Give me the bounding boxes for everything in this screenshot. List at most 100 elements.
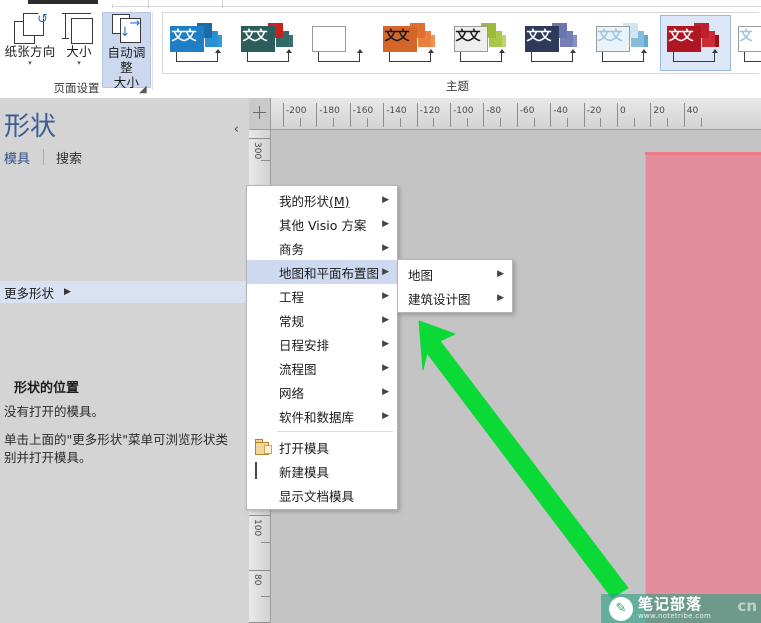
tab-search[interactable]: 搜索 bbox=[56, 148, 82, 167]
page-size-icon bbox=[61, 12, 97, 44]
theme-thumbnail-theme-navy[interactable]: 文文 bbox=[518, 15, 589, 71]
chevron-right-icon: ▶ bbox=[382, 339, 389, 349]
menu-item-network[interactable]: 网络 ▶ bbox=[247, 380, 397, 404]
ruler-tick bbox=[349, 103, 351, 127]
menu-item-open-stencil[interactable]: 打开模具 bbox=[247, 435, 397, 459]
ruler-label: -160 bbox=[352, 106, 374, 116]
menu-item-label: 工程 bbox=[279, 289, 305, 305]
chevron-right-icon: ▶ bbox=[382, 315, 389, 325]
theme-thumbnail-theme-red[interactable]: 文文 bbox=[660, 15, 731, 71]
shapes-pane-tabs: 模具 搜索 bbox=[4, 148, 244, 168]
maps-floorplans-submenu[interactable]: 地图 ▶ 建筑设计图 ▶ bbox=[397, 259, 513, 313]
theme-preview: 文文 bbox=[595, 23, 654, 63]
drawing-page[interactable] bbox=[645, 152, 761, 623]
ribbon-group-themes: 文文 文文 文文 文文 文文 文文 文文文 主题 bbox=[154, 8, 761, 98]
group-divider bbox=[152, 12, 153, 90]
menu-item-other-visio[interactable]: 其他 Visio 方案 ▶ bbox=[247, 212, 397, 236]
collapse-pane-icon[interactable]: ‹ bbox=[234, 122, 239, 137]
menu-item-software-database[interactable]: 软件和数据库 ▶ bbox=[247, 404, 397, 428]
theme-gallery[interactable]: 文文 文文 文文 文文 文文 文文 文文文 bbox=[163, 13, 761, 73]
page-orientation-icon: ↻ bbox=[13, 12, 48, 44]
chevron-right-icon: ▶ bbox=[64, 287, 71, 297]
ruler-tick bbox=[249, 515, 270, 516]
theme-thumbnail-theme-white-blue[interactable]: 文 bbox=[731, 15, 761, 71]
ruler-tick-minor bbox=[667, 118, 669, 127]
menu-item-label: 其他 Visio 方案 bbox=[279, 217, 367, 233]
ruler-tick-minor bbox=[566, 118, 568, 127]
shapes-pane: 形状 ‹ 模具 搜索 更多形状 ▶ 形状的位置 没有打开的模具。 单击上面的"更… bbox=[0, 98, 249, 623]
menu-item-maps-floorplans[interactable]: 地图和平面布置图 ▶ bbox=[247, 260, 397, 284]
ruler-tick-minor bbox=[366, 118, 368, 127]
ruler-corner[interactable] bbox=[249, 98, 271, 130]
ruler-tick-minor bbox=[433, 118, 435, 127]
paper-orientation-button[interactable]: ↻ 纸张方向 ▾ bbox=[4, 12, 56, 76]
ruler-label: -20 bbox=[586, 106, 602, 116]
submenu-item-label: 地图 bbox=[408, 267, 434, 283]
ruler-tick-minor bbox=[500, 118, 502, 127]
ruler-label: -80 bbox=[486, 106, 502, 116]
submenu-item-map[interactable]: 地图 ▶ bbox=[398, 262, 512, 286]
page-size-button[interactable]: 大小 ▾ bbox=[58, 12, 100, 76]
menu-item-flowchart[interactable]: 流程图 ▶ bbox=[247, 356, 397, 380]
auto-size-button[interactable]: ↓ → 自动调整 大小 bbox=[102, 12, 151, 90]
menu-item-engineering[interactable]: 工程 ▶ bbox=[247, 284, 397, 308]
more-shapes-menu-button[interactable]: 更多形状 ▶ bbox=[0, 281, 249, 303]
tab-gap-2 bbox=[222, 0, 223, 8]
more-shapes-dropdown-menu[interactable]: 我的形状(M) ▶ 其他 Visio 方案 ▶ 商务 ▶ 地图和平面布置图 ▶ 工程 ▶ 常规 ▶ 日程… bbox=[246, 185, 398, 510]
ruler-tick bbox=[650, 103, 652, 127]
no-stencil-message: 没有打开的模具。 bbox=[4, 404, 105, 419]
theme-thumbnail-theme-teal[interactable]: 文文 bbox=[234, 15, 305, 71]
menu-item-my-shapes[interactable]: 我的形状(M) ▶ bbox=[247, 188, 397, 212]
ruler-tick bbox=[283, 103, 284, 127]
ruler-label: 0 bbox=[620, 106, 626, 116]
ruler-tick bbox=[416, 103, 418, 127]
chevron-right-icon: ▶ bbox=[382, 267, 389, 277]
theme-thumbnail-theme-lightblue[interactable]: 文文 bbox=[589, 15, 660, 71]
theme-preview: 文文 bbox=[524, 23, 583, 63]
horizontal-ruler[interactable]: -200 -180 -160 -140 -120 -100 -80 -60 -40 -20 0 20 4… bbox=[271, 98, 761, 130]
watermark: ✎ 笔记部落 www.notetribe.com cn bbox=[601, 594, 761, 623]
pencil-icon: ✎ bbox=[615, 601, 627, 616]
theme-thumbnail-theme-none[interactable] bbox=[305, 15, 376, 71]
menu-item-show-document-stencil[interactable]: 显示文档模具 bbox=[247, 483, 397, 507]
theme-preview: 文文 bbox=[240, 23, 299, 63]
menu-item-label: 显示文档模具 bbox=[279, 488, 355, 504]
ruler-tick-minor bbox=[333, 118, 335, 127]
theme-preview: 文文 bbox=[169, 23, 228, 63]
theme-preview: 文文 bbox=[666, 23, 725, 63]
dialog-launcher-icon[interactable]: ◢ bbox=[139, 85, 149, 95]
chevron-down-icon[interactable]: ▾ bbox=[4, 60, 56, 67]
auto-size-icon: ↓ → bbox=[110, 13, 144, 45]
watermark-logo: ✎ bbox=[609, 596, 633, 621]
ruler-tick-minor bbox=[466, 118, 468, 127]
chevron-down-icon[interactable]: ▾ bbox=[58, 60, 100, 67]
menu-item-label: 地图和平面布置图 bbox=[279, 265, 380, 281]
ruler-tick bbox=[683, 103, 685, 127]
chevron-right-icon: ▶ bbox=[382, 411, 389, 421]
open-folder-icon bbox=[255, 439, 272, 455]
ruler-label: -60 bbox=[519, 106, 535, 116]
ruler-tick-minor bbox=[700, 118, 702, 127]
menu-item-business[interactable]: 商务 ▶ bbox=[247, 236, 397, 260]
chevron-right-icon: ▶ bbox=[382, 195, 389, 205]
theme-preview bbox=[311, 23, 370, 63]
paper-orientation-label: 纸张方向 bbox=[4, 44, 56, 59]
tab-stencils[interactable]: 模具 bbox=[4, 148, 30, 167]
ruler-tick bbox=[383, 103, 385, 127]
ruler-tick bbox=[583, 103, 585, 127]
theme-thumbnail-theme-green[interactable]: 文文 bbox=[447, 15, 518, 71]
menu-item-schedule[interactable]: 日程安排 ▶ bbox=[247, 332, 397, 356]
chevron-right-icon: ▶ bbox=[382, 291, 389, 301]
menu-item-new-stencil[interactable]: 新建模具 bbox=[247, 459, 397, 483]
menu-item-label: 打开模具 bbox=[279, 440, 330, 456]
ruler-label: 300 bbox=[252, 142, 262, 160]
window-tab-strip bbox=[0, 0, 761, 8]
theme-thumbnail-theme-orange[interactable]: 文文 bbox=[376, 15, 447, 71]
drawing-page-top-edge bbox=[645, 152, 761, 155]
watermark-url: www.notetribe.com bbox=[638, 612, 712, 620]
theme-thumbnail-theme-office-blue[interactable]: 文文 bbox=[163, 15, 234, 71]
submenu-item-building-plan[interactable]: 建筑设计图 ▶ bbox=[398, 286, 512, 310]
tab-separator bbox=[43, 149, 44, 165]
ribbon-group-page-setup: ↻ 纸张方向 ▾ 大小 ▾ ↓ → 自动调整 大小 页面设置 ◢ bbox=[0, 8, 153, 98]
menu-item-general[interactable]: 常规 ▶ bbox=[247, 308, 397, 332]
